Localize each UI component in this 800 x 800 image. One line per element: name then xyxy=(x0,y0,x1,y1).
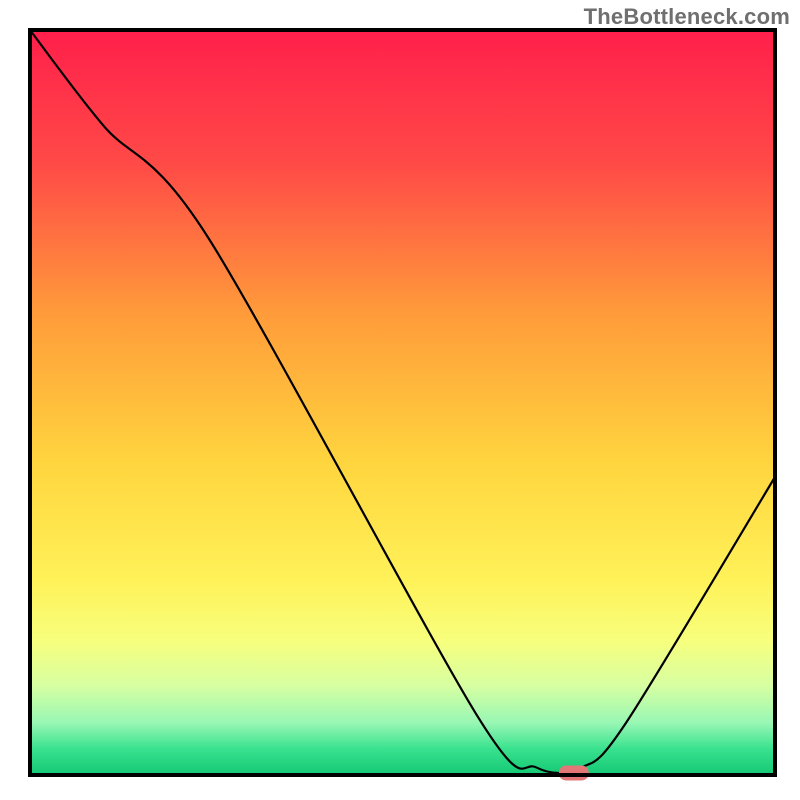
watermark-text: TheBottleneck.com xyxy=(584,4,790,30)
chart-container: TheBottleneck.com xyxy=(0,0,800,800)
bottleneck-chart xyxy=(0,0,800,800)
